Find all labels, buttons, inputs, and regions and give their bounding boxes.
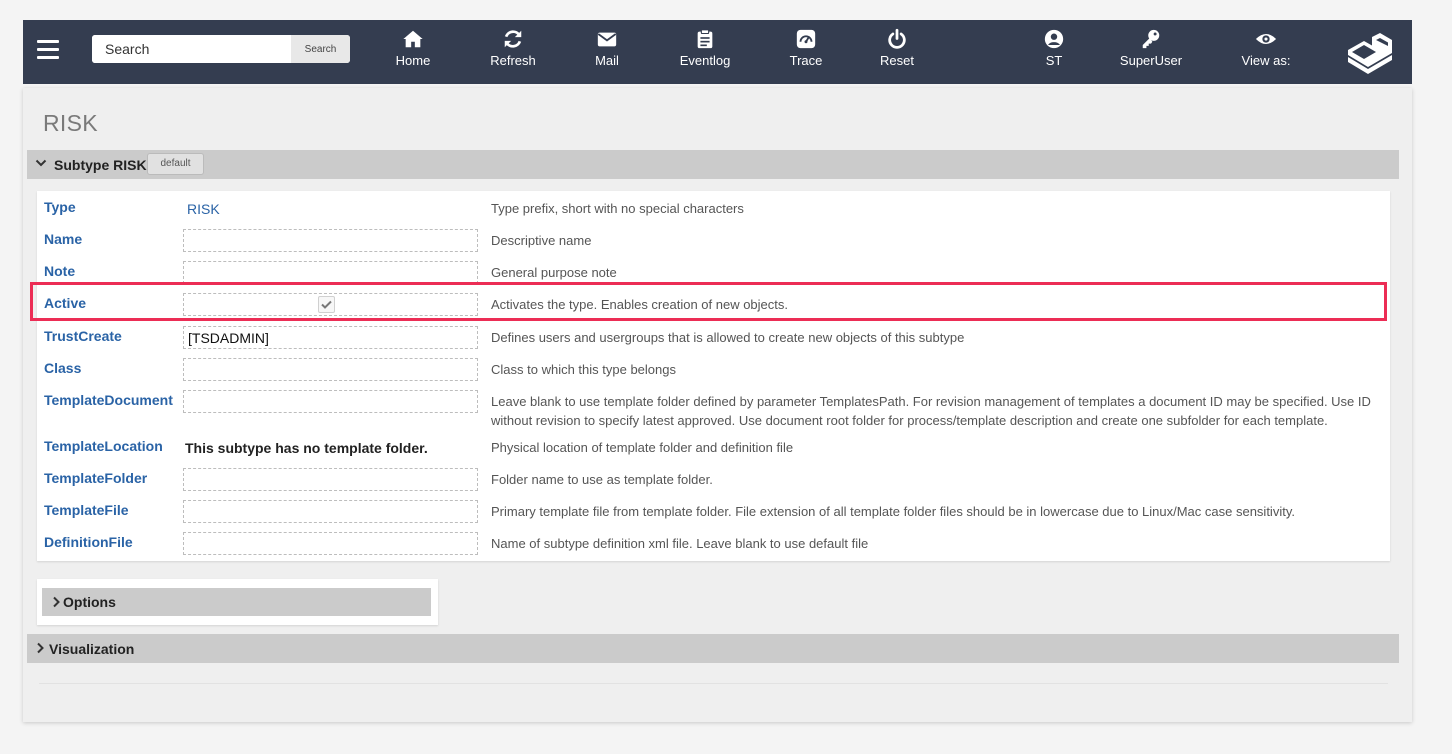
- field-label-class: Class: [44, 360, 82, 376]
- home-icon: [403, 30, 423, 48]
- field-help-note: General purpose note: [491, 265, 617, 280]
- nav-reset[interactable]: Reset: [852, 26, 942, 78]
- field-label-templatedocument: TemplateDocument: [44, 392, 173, 408]
- app-logo-icon: [1348, 33, 1392, 74]
- divider: [39, 683, 1388, 684]
- field-label-definitionfile: DefinitionFile: [44, 534, 133, 550]
- options-card: Options: [37, 579, 438, 625]
- page-title: RISK: [43, 110, 98, 136]
- nav-eventlog-label: Eventlog: [679, 53, 731, 68]
- chevron-down-icon: [35, 159, 47, 167]
- options-section-title: Options: [63, 594, 116, 610]
- main-panel: RISK Subtype RISK default Type RISK Type…: [23, 88, 1412, 722]
- nav-home[interactable]: Home: [368, 26, 458, 78]
- default-badge[interactable]: default: [147, 153, 204, 175]
- nav-user[interactable]: ST: [1009, 26, 1099, 78]
- field-value-templatelocation: This subtype has no template folder.: [185, 440, 428, 456]
- nav-refresh[interactable]: Refresh: [468, 26, 558, 78]
- templatefile-input[interactable]: [183, 500, 478, 523]
- field-label-type: Type: [44, 199, 76, 215]
- note-input[interactable]: [183, 261, 478, 284]
- field-help-class: Class to which this type belongs: [491, 362, 676, 377]
- mail-icon: [597, 32, 617, 47]
- checkmark-icon: [321, 300, 332, 309]
- field-label-name: Name: [44, 231, 83, 247]
- chevron-right-icon: [53, 596, 60, 608]
- nav-superuser[interactable]: SuperUser: [1106, 26, 1196, 78]
- field-help-trustcreate: Defines users and usergroups that is all…: [491, 330, 965, 345]
- field-label-note: Note: [44, 263, 76, 279]
- nav-home-label: Home: [395, 53, 431, 68]
- power-icon: [888, 28, 906, 49]
- templatedocument-input[interactable]: [183, 390, 478, 413]
- top-navigation-bar: Search Home Refresh Mail Eventlog Trace …: [23, 20, 1412, 84]
- active-checkbox[interactable]: [318, 296, 335, 313]
- trustcreate-input[interactable]: [183, 326, 478, 349]
- nav-refresh-label: Refresh: [490, 53, 536, 68]
- field-label-trustcreate: TrustCreate: [44, 328, 122, 344]
- key-icon: [1142, 29, 1160, 49]
- field-help-name: Descriptive name: [491, 233, 592, 248]
- field-label-active: Active: [44, 295, 87, 311]
- nav-view-as[interactable]: View as:: [1221, 26, 1311, 78]
- clipboard-icon: [697, 29, 713, 49]
- field-help-definitionfile: Name of subtype definition xml file. Lea…: [491, 536, 869, 551]
- nav-trace[interactable]: Trace: [761, 26, 851, 78]
- field-help-templatelocation: Physical location of template folder and…: [491, 440, 794, 455]
- search-input[interactable]: [92, 35, 290, 63]
- visualization-section-header[interactable]: Visualization: [27, 634, 1399, 663]
- nav-trace-label: Trace: [789, 53, 823, 68]
- nav-view-as-label: View as:: [1241, 53, 1291, 68]
- search-box: Search: [92, 35, 350, 63]
- hamburger-menu-icon[interactable]: [37, 40, 59, 60]
- options-section-header[interactable]: Options: [42, 588, 431, 616]
- chevron-right-icon: [37, 642, 44, 654]
- nav-reset-label: Reset: [880, 53, 914, 68]
- nav-mail-label: Mail: [595, 53, 619, 68]
- eye-icon: [1255, 33, 1277, 45]
- definitionfile-input[interactable]: [183, 532, 478, 555]
- field-help-type: Type prefix, short with no special chara…: [491, 201, 744, 216]
- field-label-templatelocation: TemplateLocation: [44, 438, 163, 454]
- subtype-form: Type RISK Type prefix, short with no spe…: [37, 191, 1390, 561]
- visualization-section-title: Visualization: [49, 641, 135, 657]
- field-label-templatefolder: TemplateFolder: [44, 470, 148, 486]
- nav-eventlog[interactable]: Eventlog: [660, 26, 750, 78]
- name-input[interactable]: [183, 229, 478, 252]
- class-input[interactable]: [183, 358, 478, 381]
- nav-user-label: ST: [1045, 53, 1063, 68]
- field-help-templatedocument: Leave blank to use template folder defin…: [491, 394, 1371, 428]
- field-label-templatefile: TemplateFile: [44, 502, 129, 518]
- subtype-section-header[interactable]: Subtype RISK default: [27, 150, 1399, 179]
- gauge-icon: [796, 29, 816, 49]
- field-help-active: Activates the type. Enables creation of …: [491, 297, 789, 312]
- templatefolder-input[interactable]: [183, 468, 478, 491]
- field-value-type: RISK: [187, 201, 220, 217]
- active-field: [183, 293, 478, 316]
- nav-superuser-label: SuperUser: [1119, 53, 1183, 68]
- search-button[interactable]: Search: [291, 35, 350, 63]
- user-icon: [1044, 29, 1064, 49]
- field-help-templatefolder: Folder name to use as template folder.: [491, 472, 713, 487]
- refresh-icon: [504, 30, 522, 48]
- field-help-templatefile: Primary template file from template fold…: [491, 504, 1295, 519]
- subtype-section-title: Subtype RISK: [54, 157, 147, 173]
- nav-mail[interactable]: Mail: [562, 26, 652, 78]
